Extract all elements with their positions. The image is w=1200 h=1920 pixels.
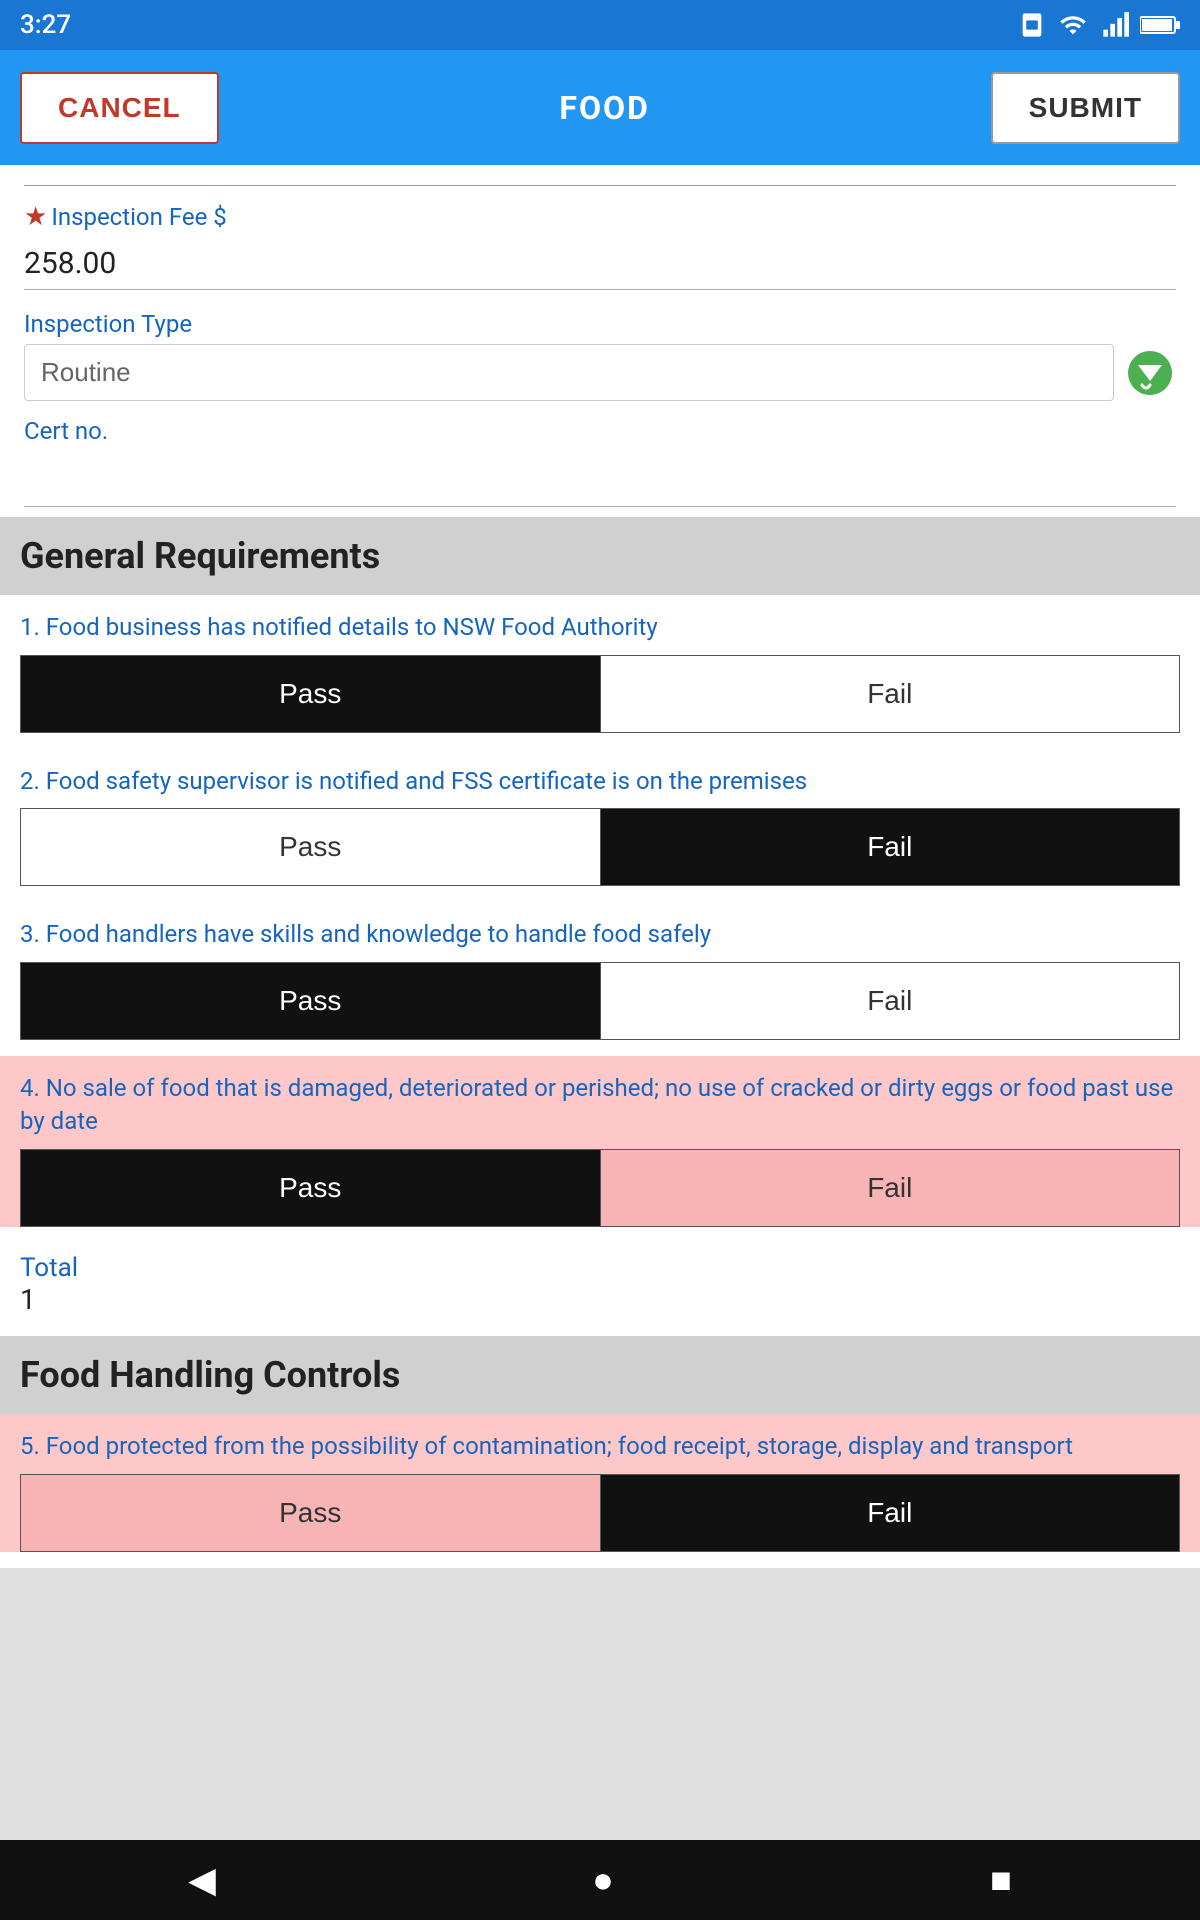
battery-icon	[1140, 13, 1180, 37]
checklist-item-4: 4. No sale of food that is damaged, dete…	[0, 1056, 1200, 1227]
food-handling-list: 5. Food protected from the possibility o…	[0, 1414, 1200, 1568]
fail-button-1[interactable]: Fail	[600, 656, 1180, 732]
fail-button-2[interactable]: Fail	[600, 809, 1180, 885]
general-requirements-header: General Requirements	[0, 517, 1200, 595]
checklist-item-2-text: 2. Food safety supervisor is notified an…	[20, 765, 1180, 799]
cert-input[interactable]	[24, 451, 1176, 507]
submit-button[interactable]: SUBMIT	[991, 72, 1180, 144]
inspection-fee-value[interactable]: 258.00	[24, 238, 1176, 290]
back-nav-button[interactable]: ◀	[188, 1859, 216, 1901]
fail-button-3[interactable]: Fail	[600, 963, 1180, 1039]
fail-button-4[interactable]: Fail	[600, 1150, 1180, 1226]
total-value: 1	[20, 1283, 1180, 1316]
recent-nav-button[interactable]: ■	[990, 1859, 1012, 1901]
cancel-button[interactable]: CANCEL	[20, 72, 219, 144]
sim-card-icon	[1018, 11, 1046, 39]
wifi-icon	[1056, 11, 1090, 39]
required-star: ★	[24, 202, 47, 232]
home-nav-button[interactable]: ●	[592, 1859, 614, 1901]
general-requirements-list: 1. Food business has notified details to…	[0, 595, 1200, 1336]
inspection-type-label: Inspection Type	[24, 310, 1176, 338]
pass-fail-row-5: Pass Fail	[20, 1474, 1180, 1552]
status-bar: 3:27	[0, 0, 1200, 50]
checklist-item-4-text: 4. No sale of food that is damaged, dete…	[20, 1072, 1180, 1139]
top-bar: CANCEL FOOD SUBMIT	[0, 50, 1200, 165]
checklist-item-1-text: 1. Food business has notified details to…	[20, 611, 1180, 645]
pass-button-2[interactable]: Pass	[21, 809, 600, 885]
pass-fail-row-1: Pass Fail	[20, 655, 1180, 733]
checklist-item-2: 2. Food safety supervisor is notified an…	[0, 749, 1200, 887]
dropdown-icon[interactable]	[1124, 347, 1176, 399]
page-title: FOOD	[559, 89, 649, 127]
inspection-type-row	[24, 344, 1176, 401]
total-label: Total	[20, 1253, 1180, 1283]
status-icons	[1018, 11, 1180, 39]
pass-fail-row-2: Pass Fail	[20, 808, 1180, 886]
inspection-type-input[interactable]	[24, 344, 1114, 401]
pass-button-1[interactable]: Pass	[21, 656, 600, 732]
checklist-item-1: 1. Food business has notified details to…	[0, 595, 1200, 733]
checklist-item-3-text: 3. Food handlers have skills and knowled…	[20, 918, 1180, 952]
checklist-item-3: 3. Food handlers have skills and knowled…	[0, 902, 1200, 1040]
inspection-fee-label: ★ Inspection Fee $	[24, 202, 1176, 232]
pass-fail-row-4: Pass Fail	[20, 1149, 1180, 1227]
pass-button-4[interactable]: Pass	[21, 1150, 600, 1226]
form-divider	[24, 185, 1176, 186]
food-handling-header: Food Handling Controls	[0, 1336, 1200, 1414]
cert-label: Cert no.	[24, 417, 1176, 445]
pass-fail-row-3: Pass Fail	[20, 962, 1180, 1040]
time-display: 3:27	[20, 10, 71, 40]
pass-button-5[interactable]: Pass	[21, 1475, 600, 1551]
checklist-item-5-text: 5. Food protected from the possibility o…	[20, 1430, 1180, 1464]
signal-icon	[1100, 11, 1130, 39]
checklist-item-5: 5. Food protected from the possibility o…	[0, 1414, 1200, 1552]
pass-button-3[interactable]: Pass	[21, 963, 600, 1039]
total-row: Total 1	[0, 1243, 1200, 1336]
form-section: ★ Inspection Fee $ 258.00 Inspection Typ…	[0, 165, 1200, 517]
nav-bar: ◀ ● ■	[0, 1840, 1200, 1920]
fail-button-5[interactable]: Fail	[600, 1475, 1180, 1551]
